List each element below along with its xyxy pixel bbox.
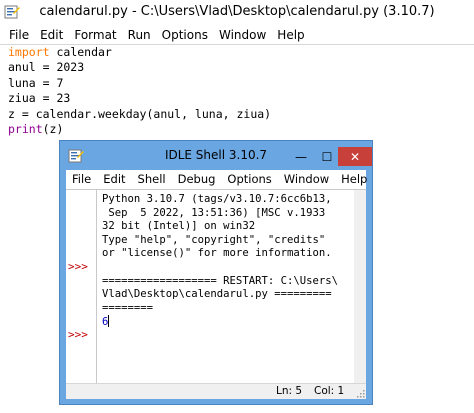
resize-grip-icon[interactable] [357, 390, 365, 398]
menu-options[interactable]: Options [162, 28, 208, 42]
menu-edit[interactable]: Edit [40, 28, 63, 42]
code-line: anul = 2023 [8, 60, 85, 75]
restart-line: ================== RESTART: C:\Users\ [102, 274, 338, 287]
text-caret [108, 315, 110, 328]
shell-menu-help[interactable]: Help [341, 172, 367, 186]
code-line: z = calendar.weekday(anul, luna, ziua) [8, 106, 272, 121]
prompt-marker: >>> [68, 260, 88, 273]
shell-menu-debug[interactable]: Debug [178, 172, 216, 186]
banner-line: 32 bit (Intel)] on win32 [102, 220, 256, 233]
banner-line: Python 3.10.7 (tags/v3.10.7:6cc6b13, [102, 193, 332, 205]
code-line: print(z) [8, 122, 271, 137]
banner-line: Sep 5 2022, 13:51:36) [MSC v.1933 [102, 206, 326, 219]
code-line: luna = 7 [8, 75, 64, 90]
keyword-import: import [8, 45, 50, 59]
banner-line: or "license()" for more information. [102, 247, 332, 260]
line-indicator: Ln: 5 [276, 385, 303, 397]
maximize-button[interactable]: ☐ [314, 147, 340, 166]
close-button[interactable]: ✕ [338, 147, 372, 166]
code-editor[interactable]: import calendar anul = 2023 luna = 7 ziua =… [8, 45, 271, 137]
editor-titlebar[interactable]: calendarul.py - C:\Users\Vlad\Desktop\ca… [0, 0, 474, 25]
editor-menubar: File Edit Format Run Options Window Help [0, 25, 474, 44]
menu-file[interactable]: File [9, 28, 29, 42]
prompt-gutter: >>> >>> [66, 190, 97, 384]
shell-menu-edit[interactable]: Edit [103, 172, 125, 186]
restart-line: ======== [102, 301, 154, 314]
minimize-icon: — [295, 149, 307, 164]
shell-text-area[interactable]: >>> >>> Python 3.10.7 (tags/v3.10.7:6cc6… [66, 189, 366, 384]
shell-menu-shell[interactable]: Shell [138, 172, 166, 186]
close-icon: ✕ [349, 149, 361, 164]
code-line: ziua = 23 [8, 91, 71, 106]
banner-line: Type "help", "copyright", "credits" [102, 233, 326, 246]
menu-help[interactable]: Help [277, 28, 304, 42]
builtin-print: print [8, 122, 43, 137]
menu-window[interactable]: Window [219, 28, 266, 42]
shell-body: File Edit Shell Debug Options Window Hel… [66, 170, 367, 399]
menu-run[interactable]: Run [128, 28, 151, 42]
shell-menubar: File Edit Shell Debug Options Window Hel… [66, 170, 367, 188]
shell-menu-window[interactable]: Window [284, 172, 329, 186]
shell-menu-options[interactable]: Options [227, 172, 271, 186]
idle-shell-window: IDLE Shell 3.10.7 — ☐ ✕ File Edit Shell … [59, 140, 373, 405]
shell-output: Python 3.10.7 (tags/v3.10.7:6cc6b13, Sep… [102, 193, 338, 330]
code-text: calendar [49, 45, 112, 59]
status-bar: Ln: 5 Col: 1 [66, 383, 366, 399]
maximize-icon: ☐ [321, 149, 333, 164]
minimize-button[interactable]: — [288, 147, 314, 166]
prompt-marker: >>> [68, 328, 88, 341]
editor-title: calendarul.py - C:\Users\Vlad\Desktop\ca… [39, 4, 435, 19]
shell-titlebar[interactable]: IDLE Shell 3.10.7 — ☐ ✕ [60, 141, 372, 170]
column-indicator: Col: 1 [314, 385, 345, 397]
code-line: import calendar [8, 45, 271, 60]
code-text: (z) [42, 122, 64, 137]
restart-line: Vlad\Desktop\calendarul.py ========= [102, 288, 332, 301]
menu-format[interactable]: Format [74, 28, 116, 42]
vertical-scrollbar[interactable] [354, 190, 366, 384]
shell-menu-file[interactable]: File [72, 172, 91, 186]
